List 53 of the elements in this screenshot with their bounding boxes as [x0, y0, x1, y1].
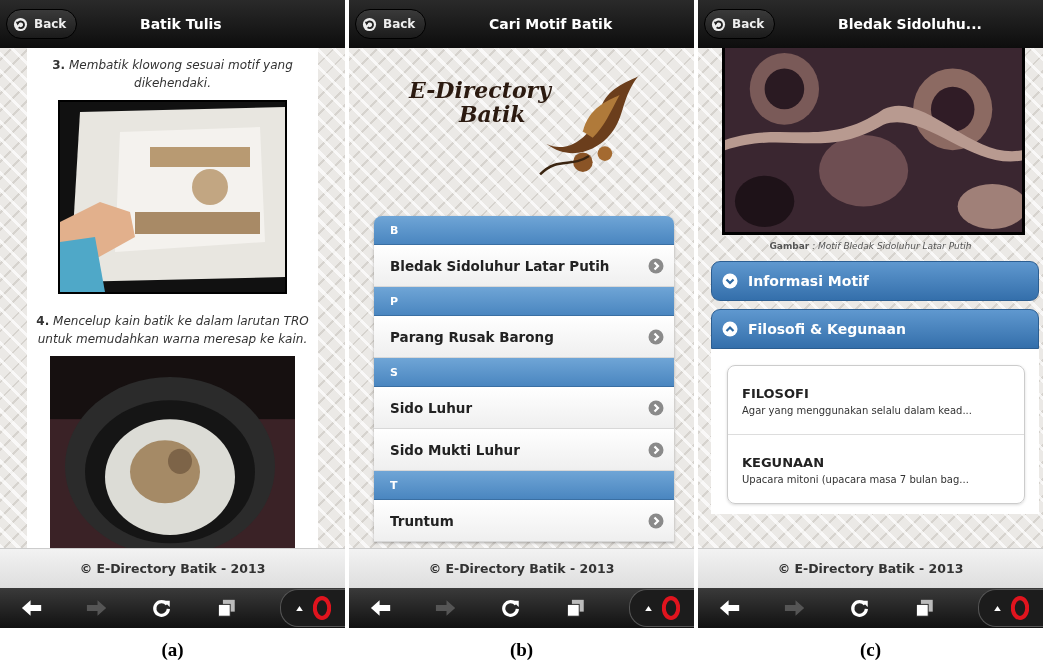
accordion-header[interactable]: Informasi Motif [711, 261, 1039, 301]
picture-caption: Gambar : Motif Bledak Sidoluhur Latar Putih [768, 241, 973, 251]
footer-text: © E-Directory Batik - 2013 [79, 561, 266, 576]
figure-caption: (c) [858, 637, 883, 662]
chevron-icon [722, 273, 738, 289]
list-item[interactable]: Sido Luhur [374, 387, 674, 429]
figure-caption: (b) [508, 637, 535, 662]
list-item[interactable]: Sido Mukti Luhur [374, 429, 674, 471]
ring-logo-icon [312, 596, 331, 620]
entry-text: Upacara mitoni (upacara masa 7 bulan bag... [742, 474, 970, 485]
chevron-icon [648, 328, 664, 345]
page-title: Bledak Sidoluhu... [837, 16, 983, 32]
caret-icon [993, 605, 1001, 611]
group-header: B [374, 216, 674, 245]
figure-caption: (a) [160, 637, 185, 662]
accordion-header[interactable]: Filosofi & Kegunaan [711, 309, 1039, 349]
menu-button[interactable] [978, 589, 1043, 627]
chevron-icon [648, 512, 664, 529]
back-arrow-icon[interactable] [718, 598, 742, 618]
caret-icon [644, 605, 652, 611]
chevron-icon [722, 321, 738, 337]
footer-text: © E-Directory Batik - 2013 [428, 561, 615, 576]
entry-heading: FILOSOFI [742, 386, 810, 401]
back-button[interactable]: Back [704, 9, 776, 39]
list-item[interactable]: Truntum [374, 500, 674, 542]
entry-heading: KEGUNAAN [742, 455, 826, 470]
back-icon [711, 16, 726, 32]
menu-button[interactable] [280, 589, 345, 627]
entry-text: Agar yang menggunakan selalu dalam kead... [742, 405, 973, 416]
list-item[interactable]: Parang Rusak Barong [374, 316, 674, 358]
group-header: T [374, 471, 674, 500]
back-button[interactable]: Back [355, 9, 427, 39]
chevron-icon [648, 399, 664, 416]
back-arrow-icon[interactable] [20, 598, 44, 618]
ring-logo-icon [661, 596, 680, 620]
footer-text: © E-Directory Batik - 2013 [777, 561, 964, 576]
back-icon [362, 16, 377, 32]
page-title: Batik Tulis [139, 16, 223, 32]
chevron-icon [648, 441, 664, 458]
group-header: P [374, 287, 674, 316]
back-arrow-icon[interactable] [369, 598, 393, 618]
ring-logo-icon [1010, 596, 1029, 620]
page-title: Cari Motif Batik [488, 16, 614, 32]
logo: E-Directory Batik [409, 78, 551, 126]
step-text: 4. Mencelup kain batik ke dalam larutan TRO untuk memudahkan warna meresap ke kain. [35, 313, 310, 348]
list-item[interactable]: Bledak Sidoluhur Latar Putih [374, 245, 674, 287]
caret-icon [295, 605, 303, 611]
chevron-icon [648, 257, 664, 274]
menu-button[interactable] [629, 589, 694, 627]
back-icon [13, 16, 28, 32]
group-header: S [374, 358, 674, 387]
step-text: 3. Membatik klowong sesuai motif yang dikehendaki. [51, 57, 294, 92]
back-button[interactable]: Back [6, 9, 78, 39]
